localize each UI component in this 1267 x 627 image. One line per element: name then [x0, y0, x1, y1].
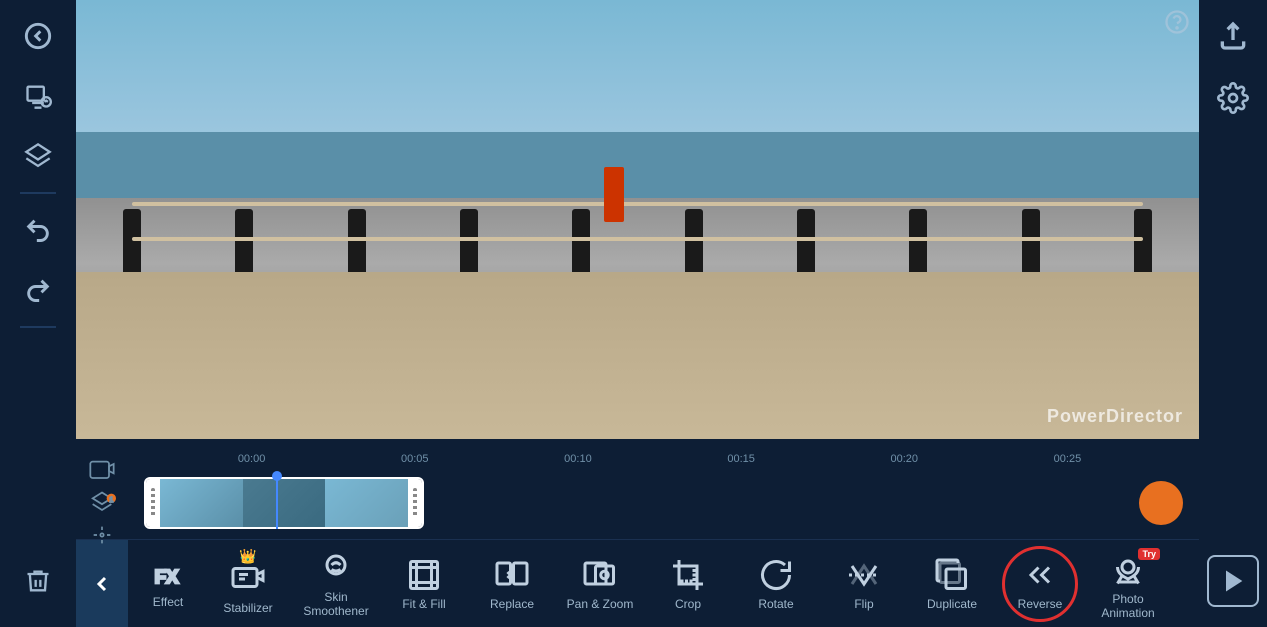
share-button[interactable] — [1207, 10, 1259, 62]
strip-left-handle[interactable] — [146, 479, 160, 527]
toolbar-item-duplicate[interactable]: Duplicate — [908, 540, 996, 627]
track-controls: 1 — [84, 457, 120, 549]
layers-button[interactable] — [12, 130, 64, 182]
toolbar-item-stabilizer[interactable]: 👑 Stabilizer — [204, 540, 292, 627]
toolbar-item-fit-fill[interactable]: Fit & Fill — [380, 540, 468, 627]
crown-badge: 👑 — [239, 548, 256, 565]
toolbar-item-crop-label: Crop — [675, 597, 701, 611]
video-frame: PowerDirector — [76, 0, 1199, 439]
toolbar-item-skin-smoothener[interactable]: SkinSmoothener — [292, 540, 380, 627]
ruler-marks: 00:00 00:05 00:10 00:15 00:20 00:25 — [170, 453, 1149, 465]
toolbar-items: FX Effect 👑 Stabilizer — [128, 540, 1199, 627]
undo-button[interactable] — [12, 204, 64, 256]
timeline-area: 00:00 00:05 00:10 00:15 00:20 00:25 — [76, 439, 1199, 539]
scene-ground — [76, 272, 1199, 439]
timeline-track: 1 — [76, 471, 1199, 535]
toolbar-item-flip[interactable]: Flip — [820, 540, 908, 627]
track-layer-icon[interactable]: 1 — [84, 489, 120, 517]
svg-text:FX: FX — [155, 566, 179, 587]
toolbar-item-skin-smoothener-label: SkinSmoothener — [303, 590, 368, 618]
timeline-ruler: 00:00 00:05 00:10 00:15 00:20 00:25 — [76, 447, 1199, 471]
svg-text:1: 1 — [109, 497, 113, 504]
ruler-mark-4: 00:20 — [823, 453, 986, 465]
sidebar-divider-1 — [20, 192, 56, 194]
toolbar-item-photo-animation-label: PhotoAnimation — [1101, 592, 1154, 620]
toolbar-item-reverse-label: Reverse — [1018, 597, 1063, 611]
bottom-toolbar: FX Effect 👑 Stabilizer — [76, 539, 1199, 627]
settings-button[interactable] — [1207, 72, 1259, 124]
ruler-mark-3: 00:15 — [660, 453, 823, 465]
toolbar-item-crop[interactable]: Crop — [644, 540, 732, 627]
sidebar-divider-2 — [20, 326, 56, 328]
play-button[interactable] — [1207, 555, 1259, 607]
fence-rope-top — [132, 202, 1143, 206]
toolbar-item-pan-zoom-label: Pan & Zoom — [567, 597, 634, 611]
track-video-icon[interactable] — [84, 457, 120, 485]
watermark: PowerDirector — [1047, 406, 1183, 427]
video-preview: PowerDirector — [76, 0, 1199, 439]
back-button[interactable] — [12, 10, 64, 62]
track-extra-icon[interactable] — [84, 521, 120, 549]
preview-help-icon[interactable] — [1163, 8, 1191, 41]
toolbar-item-duplicate-label: Duplicate — [927, 597, 977, 611]
timeline-scroll-area[interactable] — [128, 477, 1191, 529]
strip-thumbnail-3 — [325, 479, 408, 527]
toolbar-item-replace[interactable]: Replace — [468, 540, 556, 627]
toolbar-item-photo-animation[interactable]: Try PhotoAnimation — [1084, 540, 1172, 627]
ruler-mark-2: 00:10 — [496, 453, 659, 465]
playhead[interactable] — [276, 477, 278, 529]
toolbar-item-stabilizer-label: Stabilizer — [223, 601, 272, 615]
video-strip[interactable] — [144, 477, 424, 529]
toolbar-item-pan-zoom[interactable]: Pan & Zoom — [556, 540, 644, 627]
toolbar-item-flip-label: Flip — [854, 597, 873, 611]
try-badge: Try — [1138, 548, 1160, 560]
toolbar-item-fx[interactable]: FX Effect — [132, 540, 204, 627]
toolbar-item-fx-label: Effect — [153, 595, 183, 609]
fence-rope-mid — [132, 237, 1143, 241]
person-figure — [604, 167, 624, 222]
left-sidebar — [0, 0, 76, 627]
redo-button[interactable] — [12, 264, 64, 316]
toolbar-item-rotate-label: Rotate — [758, 597, 793, 611]
main-area: PowerDirector 00:00 00:05 00:10 00:15 00… — [76, 0, 1199, 627]
end-marker — [1139, 481, 1183, 525]
toolbar-back-button[interactable] — [76, 540, 128, 627]
strip-thumbnail-1 — [160, 479, 243, 527]
right-sidebar — [1199, 0, 1267, 627]
strip-right-handle[interactable] — [408, 479, 422, 527]
delete-button[interactable] — [12, 555, 64, 607]
media-library-button[interactable] — [12, 70, 64, 122]
strip-thumbnail-2 — [243, 479, 326, 527]
scene-sky — [76, 0, 1199, 154]
toolbar-item-fit-fill-label: Fit & Fill — [402, 597, 445, 611]
toolbar-item-replace-label: Replace — [490, 597, 534, 611]
toolbar-item-reverse[interactable]: Reverse — [996, 540, 1084, 627]
ruler-mark-0: 00:00 — [170, 453, 333, 465]
ruler-mark-5: 00:25 — [986, 453, 1149, 465]
ruler-mark-1: 00:05 — [333, 453, 496, 465]
toolbar-item-rotate[interactable]: Rotate — [732, 540, 820, 627]
